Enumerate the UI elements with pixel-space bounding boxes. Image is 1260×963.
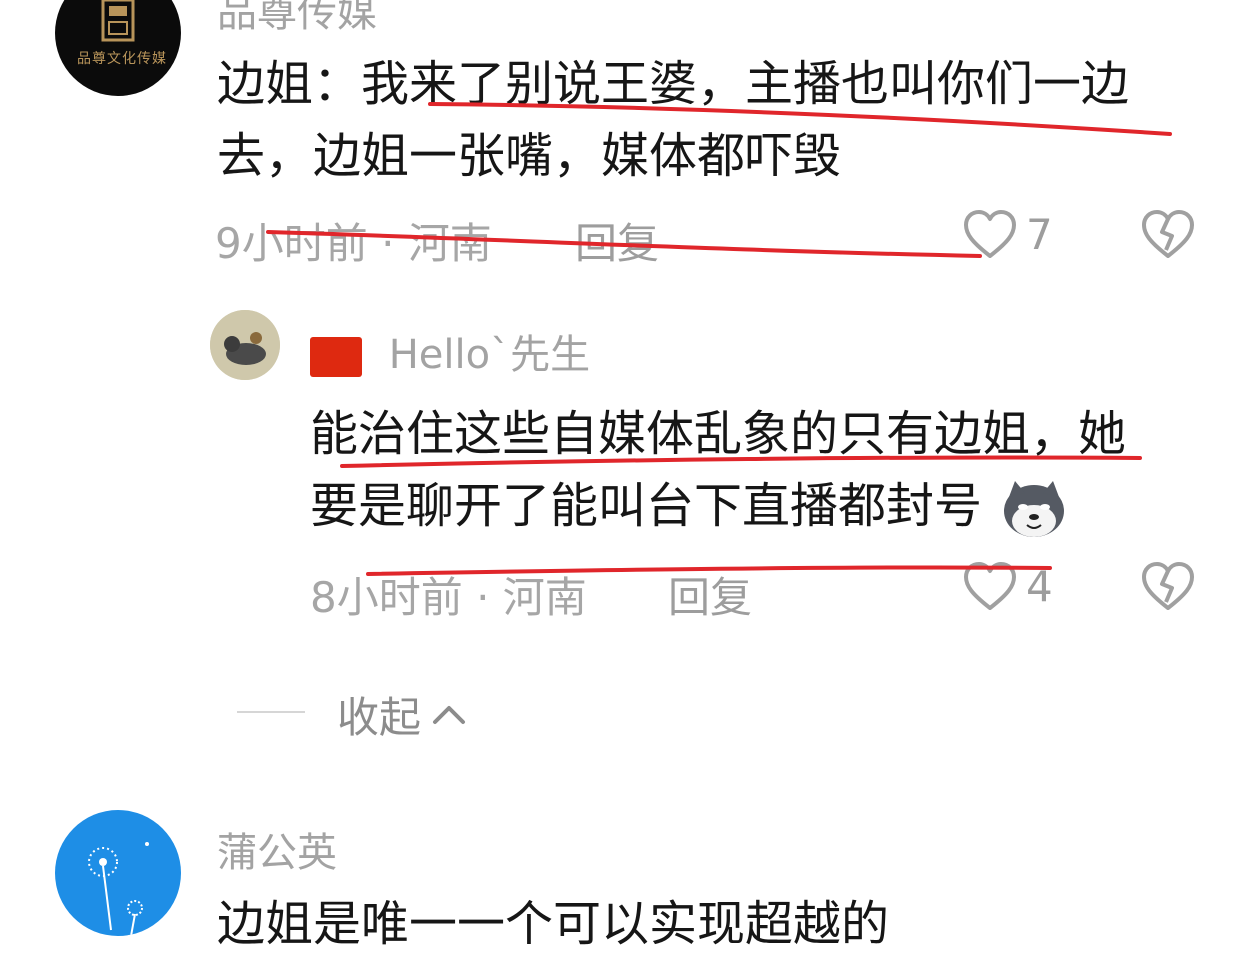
comment-location: 河南 xyxy=(407,219,492,268)
reply-like-count: 4 xyxy=(1026,561,1053,611)
meta-dot: · xyxy=(476,573,503,622)
reply-location: 河南 xyxy=(502,573,587,622)
broken-heart-icon xyxy=(1142,210,1194,258)
collapse-button[interactable]: 收起 xyxy=(337,684,469,745)
avatar-caption: 品尊文化传媒 xyxy=(77,51,167,67)
next-comment-text: 边姐是唯一一个可以实现超越的 xyxy=(217,896,890,952)
like-count: 7 xyxy=(1026,209,1053,259)
collapse-label: 收起 xyxy=(337,693,422,742)
reply-username-text: Hello`先生 xyxy=(388,332,591,378)
reply-dislike-button[interactable] xyxy=(1140,560,1196,616)
meta-dot: · xyxy=(381,219,408,268)
next-comment-username[interactable]: 蒲公英 xyxy=(217,820,337,878)
china-flag-icon: 🇨🇳 xyxy=(310,337,362,377)
avatar-hello[interactable] xyxy=(210,310,280,380)
reply-text-line-2-text: 要是聊开了能叫台下直播都封号 xyxy=(310,478,983,534)
broken-heart-icon xyxy=(1142,562,1194,610)
comment-meta: 9小时前 · 河南 xyxy=(215,210,492,271)
avatar-cat-icon xyxy=(210,310,280,380)
heart-outline-icon xyxy=(964,562,1016,610)
like-button[interactable]: 7 xyxy=(962,208,1053,260)
shiba-emoji-icon xyxy=(1004,481,1065,537)
collapse-divider xyxy=(237,711,305,713)
reply-time: 8小时前 xyxy=(310,573,463,622)
comment-text-line-1: 边姐：我来了别说王婆，主播也叫你们一边 xyxy=(217,56,1130,112)
reply-text-line-2: 要是聊开了能叫台下直播都封号 xyxy=(310,470,1067,542)
reply-text-line-1: 能治住这些自媒体乱象的只有边姐，她 xyxy=(310,406,1127,462)
heart-outline-icon xyxy=(964,210,1016,258)
comment-username[interactable]: 品尊传媒 xyxy=(217,0,377,38)
reply-username[interactable]: 🇨🇳 Hello`先生 xyxy=(310,322,590,380)
avatar-pinzun[interactable]: 品尊文化传媒 xyxy=(55,0,181,96)
dandelion-icon xyxy=(88,842,149,936)
comment-time: 9小时前 xyxy=(215,219,368,268)
reply-reply-button[interactable]: 回复 xyxy=(668,564,752,625)
avatar-dandelion[interactable] xyxy=(55,810,181,936)
reply-like-button[interactable]: 4 xyxy=(962,560,1053,612)
dislike-button[interactable] xyxy=(1140,208,1196,264)
reply-meta: 8小时前 · 河南 xyxy=(310,564,587,625)
comment-text-line-2: 去，边姐一张嘴，媒体都吓毁 xyxy=(217,128,842,184)
reply-button[interactable]: 回复 xyxy=(575,210,659,271)
chevron-up-icon xyxy=(433,705,466,724)
